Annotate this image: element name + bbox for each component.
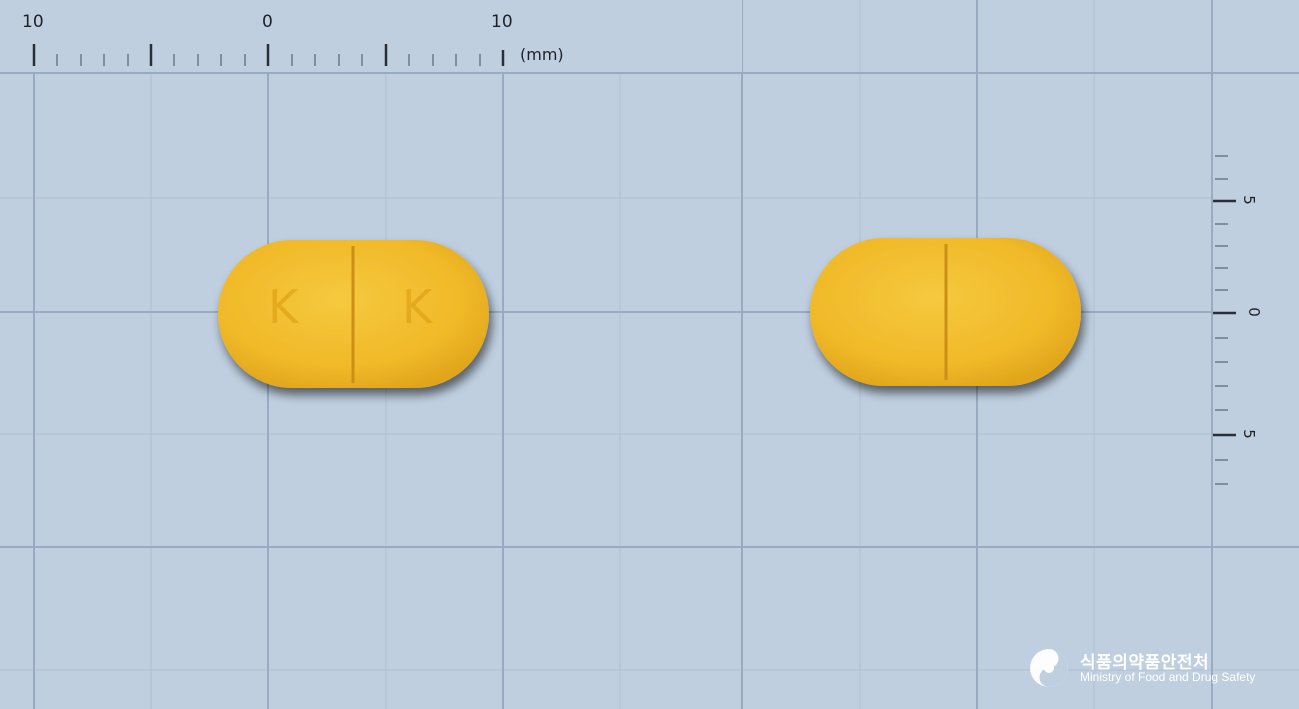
ruler-top-label-left: 10 xyxy=(22,12,44,32)
ruler-side-label-bottom: 5 xyxy=(1239,429,1258,439)
ruler-side-label-top: 5 xyxy=(1239,195,1258,205)
ruler-side-label-zero: 0 xyxy=(1244,307,1263,317)
ruler-top-label-right: 10 xyxy=(491,12,513,32)
pill-front xyxy=(218,240,489,388)
taegeuk-emblem-icon xyxy=(1030,649,1068,687)
pill-photo-canvas xyxy=(0,0,1299,709)
ruler-unit-label: (mm) xyxy=(520,45,564,64)
pill-imprint-right: K xyxy=(402,280,433,334)
ruler-top-label-zero: 0 xyxy=(262,12,273,32)
logo-english-text: Ministry of Food and Drug Safety xyxy=(1080,670,1256,684)
pill-imprint-left: K xyxy=(268,280,299,334)
pill-back xyxy=(810,238,1081,386)
